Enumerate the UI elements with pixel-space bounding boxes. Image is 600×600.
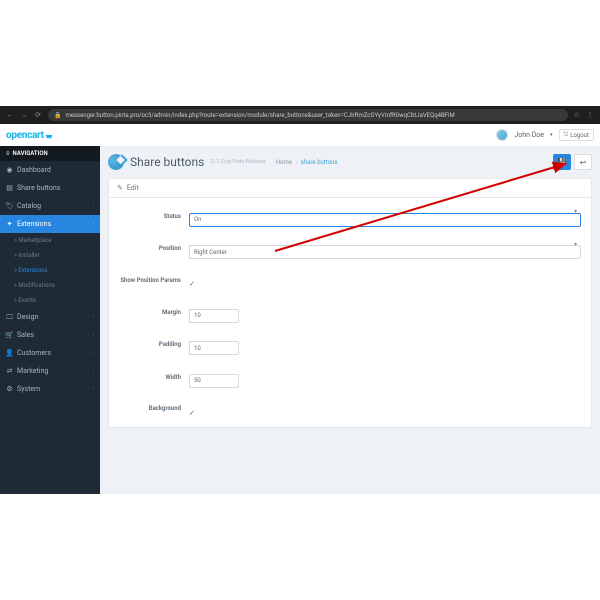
back-icon[interactable]: ← bbox=[6, 111, 14, 119]
sidebar-item-extensions[interactable]: ✦Extensions› bbox=[0, 215, 100, 233]
module-icon bbox=[108, 154, 124, 170]
panel-header: ✎ Edit bbox=[109, 179, 591, 198]
chevron-right-icon: › bbox=[92, 368, 94, 374]
sidebar-sub-extensions[interactable]: » Extensions bbox=[0, 263, 100, 278]
chevron-right-icon: › bbox=[92, 221, 94, 227]
dashboard-icon: ◉ bbox=[6, 167, 13, 174]
save-icon: 💾 bbox=[557, 158, 567, 167]
username[interactable]: John Doe bbox=[514, 131, 544, 139]
pencil-icon: ✎ bbox=[117, 184, 123, 192]
share-alt-icon: ⇄ bbox=[6, 368, 13, 375]
logout-button[interactable]: ⎋ Logout bbox=[559, 129, 594, 141]
forward-icon[interactable]: → bbox=[20, 111, 28, 119]
position-select[interactable]: Right Center bbox=[189, 245, 581, 259]
cart-icon: 🛒 bbox=[6, 332, 13, 339]
star-icon[interactable]: ☆ bbox=[574, 111, 580, 119]
logout-icon: ⎋ bbox=[564, 131, 569, 139]
breadcrumb: Home › share buttons bbox=[276, 159, 338, 166]
chevron-right-icon: › bbox=[92, 350, 94, 356]
avatar[interactable] bbox=[496, 129, 508, 141]
page-meta: (2.1.2) by Pinta Webware bbox=[210, 159, 265, 165]
share-icon: ▤ bbox=[6, 185, 13, 192]
chevron-right-icon: › bbox=[92, 332, 94, 338]
margin-label: Margin bbox=[119, 309, 189, 316]
puzzle-icon: ✦ bbox=[6, 221, 13, 228]
sidebar-item-dashboard[interactable]: ◉Dashboard bbox=[0, 161, 100, 179]
breadcrumb-current[interactable]: share buttons bbox=[301, 159, 338, 166]
sidebar-sub-installer[interactable]: » Installer bbox=[0, 248, 100, 263]
chevron-right-icon: › bbox=[92, 314, 94, 320]
width-label: Width bbox=[119, 374, 189, 381]
desktop-icon: 🖵 bbox=[6, 314, 13, 321]
position-label: Position bbox=[119, 245, 189, 252]
background-checkbox[interactable]: ✓ bbox=[189, 409, 195, 417]
sidebar-item-marketing[interactable]: ⇄Marketing› bbox=[0, 362, 100, 380]
padding-input[interactable] bbox=[189, 341, 239, 355]
main-content: Share buttons (2.1.2) by Pinta Webware H… bbox=[100, 146, 600, 494]
sidebar-item-catalog[interactable]: 🏷Catalog› bbox=[0, 197, 100, 215]
gear-icon: ⚙ bbox=[6, 386, 13, 393]
lock-icon: 🔒 bbox=[54, 112, 61, 119]
user-icon: 👤 bbox=[6, 350, 13, 357]
back-button[interactable]: ↩ bbox=[574, 154, 592, 170]
chevron-right-icon: › bbox=[92, 203, 94, 209]
url-bar[interactable]: 🔒 messenger.button.pinta.pro/oc3/admin/i… bbox=[48, 109, 568, 121]
logo[interactable]: opencart bbox=[6, 130, 55, 141]
chevron-right-icon: › bbox=[92, 386, 94, 392]
show-params-checkbox[interactable]: ✓ bbox=[189, 280, 195, 288]
sidebar-sub-events[interactable]: » Events bbox=[0, 293, 100, 308]
browser-chrome: ← → ⟳ 🔒 messenger.button.pinta.pro/oc3/a… bbox=[0, 106, 600, 124]
sidebar-item-sales[interactable]: 🛒Sales› bbox=[0, 326, 100, 344]
user-caret-icon[interactable]: ▾ bbox=[550, 132, 553, 138]
sidebar-item-customers[interactable]: 👤Customers› bbox=[0, 344, 100, 362]
status-select[interactable]: On bbox=[189, 213, 581, 227]
sidebar-item-system[interactable]: ⚙System› bbox=[0, 380, 100, 398]
reload-icon[interactable]: ⟳ bbox=[34, 111, 42, 119]
save-button[interactable]: 💾 bbox=[553, 154, 571, 170]
width-input[interactable] bbox=[189, 374, 239, 388]
padding-label: Padding bbox=[119, 341, 189, 348]
app-header: opencart John Doe ▾ ⎋ Logout bbox=[0, 124, 600, 146]
sidebar: ≡ NAVIGATION ◉Dashboard ▤Share buttons 🏷… bbox=[0, 146, 100, 494]
edit-panel: ✎ Edit Status On Position Right Center S… bbox=[108, 178, 592, 428]
breadcrumb-home[interactable]: Home bbox=[276, 159, 292, 166]
reply-icon: ↩ bbox=[580, 158, 587, 167]
menu-icon[interactable]: ⋮ bbox=[586, 111, 594, 119]
status-label: Status bbox=[119, 213, 189, 220]
page-title: Share buttons bbox=[130, 155, 204, 169]
margin-input[interactable] bbox=[189, 309, 239, 323]
sidebar-item-design[interactable]: 🖵Design› bbox=[0, 308, 100, 326]
sidebar-item-share-buttons[interactable]: ▤Share buttons bbox=[0, 179, 100, 197]
show-params-label: Show Position Params bbox=[119, 277, 189, 284]
nav-header: ≡ NAVIGATION bbox=[0, 146, 100, 161]
url-text: messenger.button.pinta.pro/oc3/admin/ind… bbox=[65, 112, 454, 119]
sidebar-sub-marketplace[interactable]: » Marketplace bbox=[0, 233, 100, 248]
cart-icon bbox=[45, 132, 55, 138]
sidebar-sub-modifications[interactable]: » Modifications bbox=[0, 278, 100, 293]
background-label: Background bbox=[119, 405, 189, 412]
tag-icon: 🏷 bbox=[6, 203, 13, 210]
menu-bars-icon[interactable]: ≡ bbox=[6, 150, 10, 157]
